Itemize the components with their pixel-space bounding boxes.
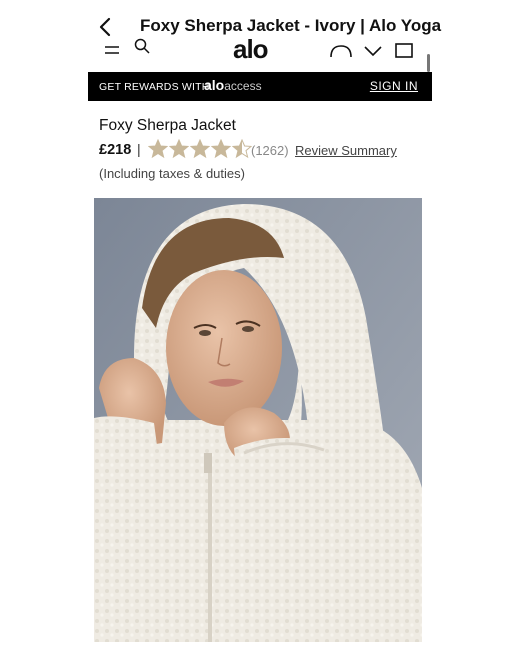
heart-icon[interactable]: [330, 44, 352, 62]
alo-logo[interactable]: alo: [233, 36, 269, 62]
rating-stars[interactable]: [148, 139, 253, 161]
product-photo-illustration: [94, 198, 422, 642]
product-price: £218: [99, 142, 132, 158]
price-row: £218 | (1262) Review Summary: [99, 139, 429, 161]
product-name: Foxy Sherpa Jacket: [99, 117, 236, 134]
page-title: Foxy Sherpa Jacket - Ivory | Alo Yoga: [140, 16, 442, 35]
alo-access-logo[interactable]: aloaccess: [204, 77, 262, 93]
menu-icon[interactable]: [104, 44, 120, 62]
chevron-left-icon: [99, 17, 111, 37]
bag-icon[interactable]: [394, 40, 414, 62]
review-summary-link[interactable]: Review Summary: [295, 143, 397, 158]
rewards-bar: GET REWARDS WITH aloaccess SIGN IN: [88, 72, 432, 101]
star-icon: [169, 139, 189, 159]
scrollbar[interactable]: [427, 54, 430, 72]
chevron-down-icon[interactable]: [363, 44, 383, 62]
product-image[interactable]: [94, 198, 422, 642]
star-icon: [190, 139, 210, 159]
price-separator: |: [137, 141, 141, 157]
search-icon[interactable]: [134, 38, 150, 59]
star-icon: [148, 139, 168, 159]
star-icon: [232, 139, 252, 159]
alo-access-brand: alo: [204, 77, 225, 93]
review-count: (1262): [251, 143, 289, 158]
star-icon: [211, 139, 231, 159]
alo-access-suffix: access: [224, 79, 262, 93]
tax-note: (Including taxes & duties): [99, 166, 245, 181]
site-header: alo: [88, 36, 432, 62]
back-button[interactable]: [96, 16, 116, 38]
sign-in-link[interactable]: SIGN IN: [370, 79, 418, 93]
rewards-text: GET REWARDS WITH: [99, 81, 210, 93]
